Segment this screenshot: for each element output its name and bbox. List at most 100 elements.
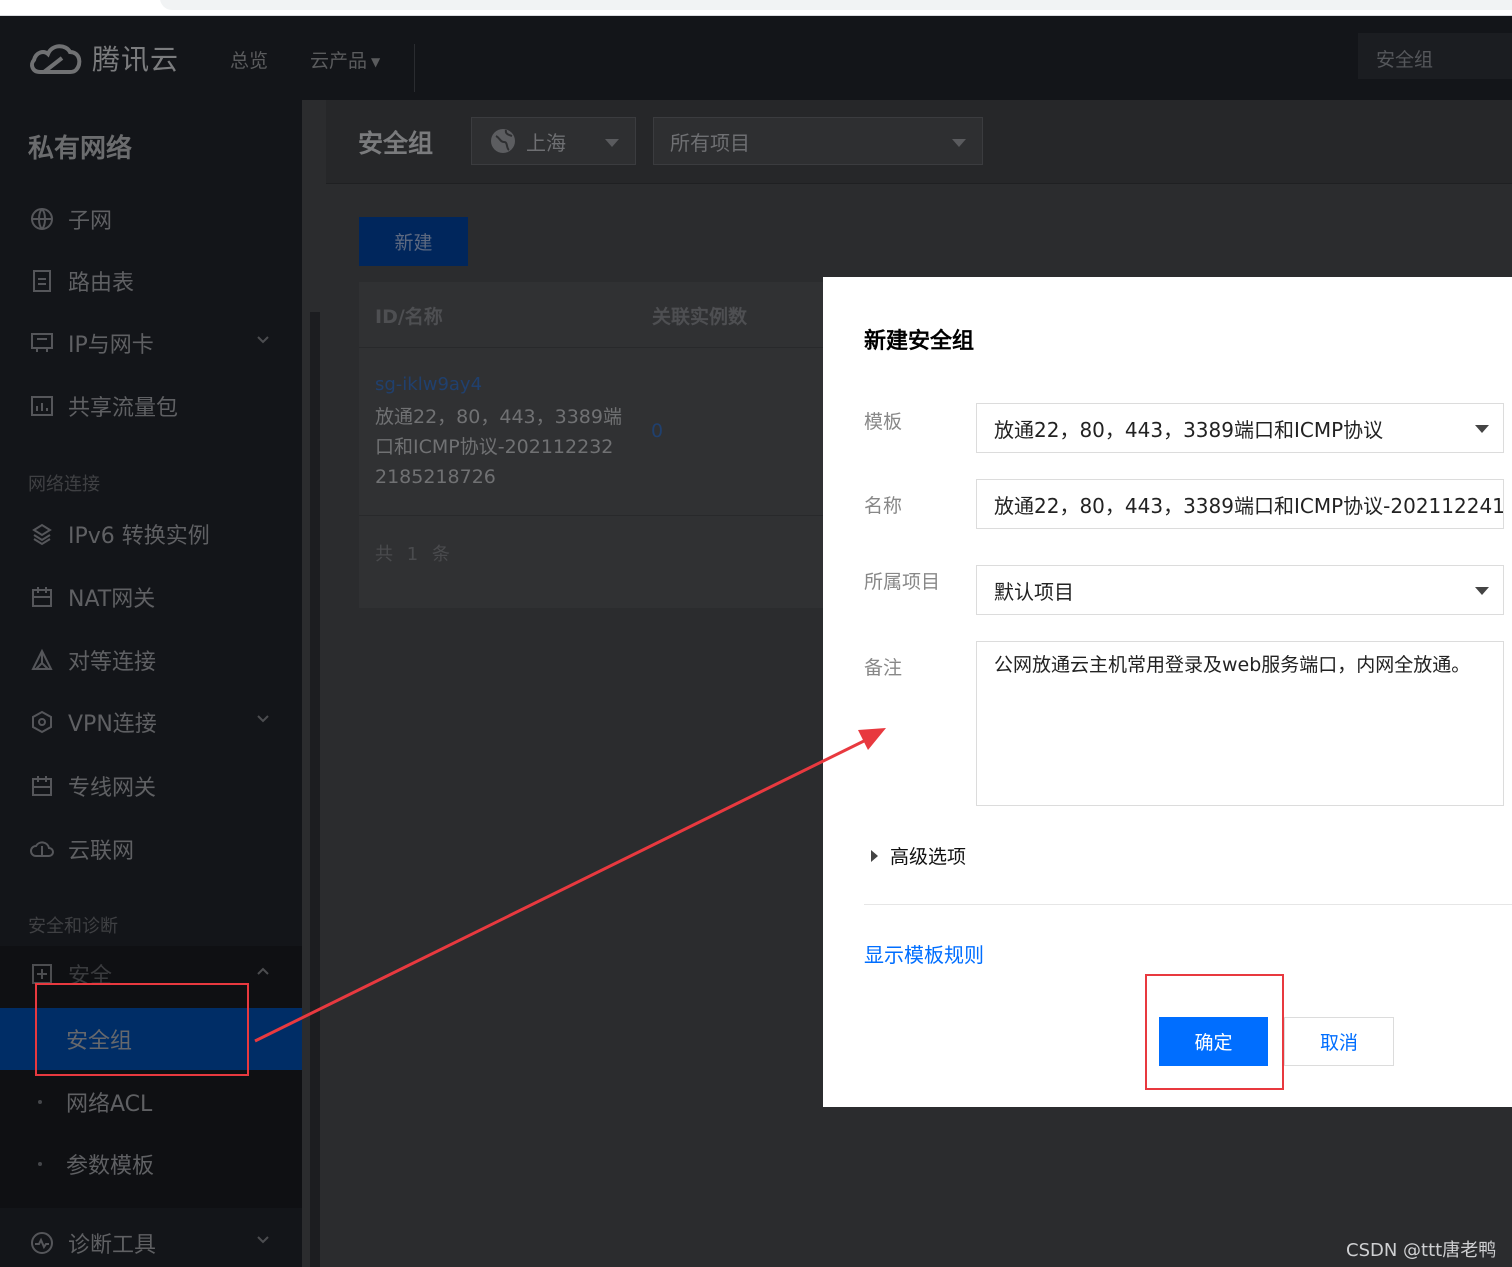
watermark: CSDN @ttt唐老鸭 <box>1346 1240 1497 1261</box>
annotation-arrow-line <box>254 737 869 1043</box>
sidebar-item-label: 路由表 <box>68 271 135 296</box>
security-group-name: 放通22，80，443，3389端口和ICMP协议-20211223221852… <box>375 406 622 488</box>
nav-divider <box>414 44 415 92</box>
sidebar-item-label: 专线网关 <box>68 776 157 801</box>
sidebar-title: 私有网络 <box>28 134 133 164</box>
region-select[interactable]: 上海 <box>471 117 636 165</box>
ipv6-icon <box>32 523 52 546</box>
brand-logo[interactable]: 腾讯云 <box>28 38 179 78</box>
chevron-down-icon <box>257 715 269 723</box>
dropdown-arrow-icon <box>605 139 619 147</box>
sidebar-item-label: NAT网关 <box>68 587 156 612</box>
remark-label: 备注 <box>864 657 903 679</box>
diagnostic-icon <box>31 1232 53 1254</box>
page-title: 安全组 <box>358 129 434 158</box>
sidebar-subitem-param-template[interactable]: 参数模板 <box>0 1133 302 1195</box>
annotation-highlight-confirm <box>1145 974 1284 1090</box>
vpn-icon <box>32 710 52 734</box>
direct-gateway-icon <box>32 776 52 796</box>
show-template-rules-link[interactable]: 显示模板规则 <box>864 939 984 968</box>
annotation-highlight-sidebar <box>35 983 249 1076</box>
instance-count-link[interactable]: 0 <box>651 420 663 442</box>
sidebar-item-label: 子网 <box>68 209 113 234</box>
advanced-options-label: 高级选项 <box>890 846 967 868</box>
top-navigation: 腾讯云 总览 云产品 ▼ 安全组 <box>0 16 1512 100</box>
sidebar-item-ipv6[interactable]: IPv6 转换实例 <box>0 508 302 560</box>
nav-overview[interactable]: 总览 <box>230 46 268 73</box>
column-header-id-name: ID/名称 <box>375 306 443 328</box>
sidebar: 私有网络 子网 路由表 IP与网卡 共享流量包 网络连接 IPv6 转换实例 N… <box>0 100 302 1267</box>
sidebar-group-security: 安全和诊断 <box>28 916 118 937</box>
dropdown-arrow-icon <box>1475 425 1489 433</box>
sidebar-item-peering[interactable]: 对等连接 <box>0 634 302 686</box>
globe-icon <box>31 208 53 230</box>
sidebar-item-ip-nic[interactable]: IP与网卡 <box>0 317 302 369</box>
sidebar-item-label: 诊断工具 <box>68 1233 157 1258</box>
sidebar-item-label: VPN连接 <box>68 712 157 737</box>
chevron-down-icon <box>257 336 269 344</box>
dialog-title: 新建安全组 <box>864 329 975 354</box>
security-group-table: ID/名称 关联实例数 sg-iklw9ay4 放通22，80，443，3389… <box>359 282 823 608</box>
sidebar-item-ccn[interactable]: 云联网 <box>0 823 302 875</box>
chevron-up-icon <box>257 967 269 975</box>
new-button[interactable]: 新建 <box>359 217 468 266</box>
sidebar-item-route-table[interactable]: 路由表 <box>0 255 302 307</box>
peering-icon <box>31 648 53 670</box>
remark-textarea[interactable]: 公网放通云主机常用登录及web服务端口，内网全放通。 <box>976 641 1504 806</box>
nat-gateway-icon <box>32 587 52 607</box>
caret-right-icon <box>871 849 878 862</box>
template-select[interactable]: 放通22，80，443，3389端口和ICMP协议 <box>976 403 1504 453</box>
cancel-button[interactable]: 取消 <box>1284 1017 1394 1066</box>
sidebar-item-diagnostics[interactable]: 诊断工具 <box>0 1217 302 1267</box>
search-input[interactable]: 安全组 <box>1358 33 1512 79</box>
sidebar-item-nat-gateway[interactable]: NAT网关 <box>0 571 302 623</box>
bullet-icon <box>38 1162 42 1166</box>
sidebar-group-network: 网络连接 <box>28 474 100 495</box>
security-group-id-link[interactable]: sg-iklw9ay4 <box>375 374 482 395</box>
globe-icon <box>491 129 515 153</box>
nav-products[interactable]: 云产品 ▼ <box>310 46 380 73</box>
column-header-instances: 关联实例数 <box>652 306 748 328</box>
project-filter-select[interactable]: 所有项目 <box>653 117 983 165</box>
table-footer-total: 共 1 条 <box>375 544 454 565</box>
bullet-icon <box>38 1100 42 1104</box>
table-header: ID/名称 关联实例数 <box>359 282 823 348</box>
sidebar-item-label: IP与网卡 <box>68 333 154 358</box>
ccn-icon <box>30 841 54 857</box>
advanced-options-toggle[interactable]: 高级选项 <box>871 842 966 869</box>
dialog-divider <box>864 904 1512 905</box>
dropdown-arrow-icon <box>952 139 966 147</box>
table-row: sg-iklw9ay4 放通22，80，443，3389端口和ICMP协议-20… <box>359 348 823 516</box>
sidebar-item-label: IPv6 转换实例 <box>68 524 210 549</box>
browser-toolbar <box>0 0 1512 16</box>
name-input[interactable]: 放通22，80，443，3389端口和ICMP协议-20211224174 <box>976 479 1504 529</box>
chevron-down-icon: ▼ <box>371 54 381 69</box>
template-label: 模板 <box>864 411 903 433</box>
project-label: 所属项目 <box>864 571 941 593</box>
sidebar-item-direct-gateway[interactable]: 专线网关 <box>0 760 302 812</box>
sidebar-subitem-network-acl[interactable]: 网络ACL <box>0 1071 302 1133</box>
traffic-package-icon <box>31 396 53 416</box>
sidebar-subitem-label: 参数模板 <box>66 1154 155 1179</box>
nic-icon <box>31 333 53 352</box>
project-select[interactable]: 默认项目 <box>976 565 1504 615</box>
name-label: 名称 <box>864 495 903 517</box>
sidebar-subitem-label: 网络ACL <box>66 1092 153 1117</box>
cloud-logo-icon <box>30 44 82 74</box>
sidebar-item-vpn[interactable]: VPN连接 <box>0 696 302 748</box>
sidebar-item-label: 共享流量包 <box>68 396 179 421</box>
project-filter-value: 所有项目 <box>670 130 750 155</box>
region-value: 上海 <box>526 130 566 155</box>
sidebar-scrollbar[interactable] <box>310 312 320 1267</box>
sidebar-item-subnet[interactable]: 子网 <box>0 193 302 245</box>
brand-name: 腾讯云 <box>92 43 180 76</box>
sidebar-item-traffic-package[interactable]: 共享流量包 <box>0 380 302 432</box>
route-table-icon <box>33 270 51 292</box>
sidebar-item-label: 对等连接 <box>68 650 157 675</box>
nav-products-label: 云产品 <box>310 50 368 72</box>
project-value: 默认项目 <box>994 579 1074 604</box>
sidebar-item-label: 云联网 <box>68 839 135 864</box>
address-bar[interactable] <box>160 0 1512 10</box>
dropdown-arrow-icon <box>1475 587 1489 595</box>
template-value: 放通22，80，443，3389端口和ICMP协议 <box>994 417 1384 442</box>
